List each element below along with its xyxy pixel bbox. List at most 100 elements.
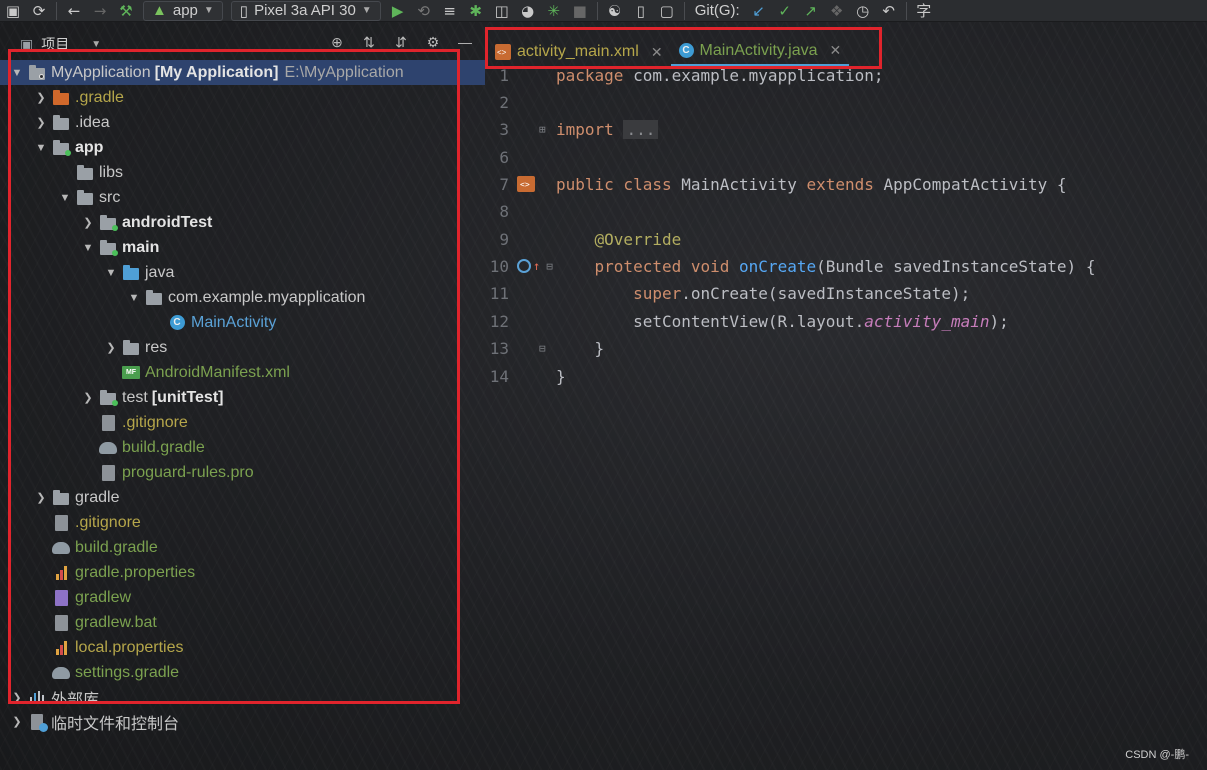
code-token: public class <box>556 174 672 194</box>
back-arrow-icon[interactable]: ← <box>61 0 87 22</box>
git-push-icon[interactable]: ↗ <box>798 0 824 22</box>
tree-item-gradle-folder[interactable]: ❯ gradle <box>0 485 485 510</box>
run-icon[interactable]: ▶ <box>385 0 411 22</box>
attach-icon[interactable]: ◫ <box>489 0 515 22</box>
tree-item-app[interactable]: ▼ app <box>0 135 485 160</box>
tree-item-external-libs[interactable]: ❯ 外部库 <box>0 685 485 703</box>
chevron-right-icon[interactable]: ❯ <box>104 341 118 354</box>
gear-icon[interactable]: ⚙ <box>423 34 443 51</box>
tree-item-manifest[interactable]: MF AndroidManifest.xml <box>0 360 485 385</box>
run-config-select[interactable]: ▲ app ▼ <box>143 0 223 21</box>
tree-item-mainactivity[interactable]: C MainActivity <box>0 310 485 335</box>
tree-item-scratches[interactable]: ❯ 临时文件和控制台 <box>0 709 485 734</box>
gradle-sync-icon[interactable]: ☯ <box>602 0 628 22</box>
tree-item-test[interactable]: ❯ test [unitTest] <box>0 385 485 410</box>
chevron-right-icon[interactable]: ❯ <box>81 216 95 229</box>
tree-item-libs[interactable]: libs <box>0 160 485 185</box>
git-update-icon[interactable]: ↙ <box>746 0 772 22</box>
tree-item-label: AndroidManifest.xml <box>145 363 290 381</box>
properties-file-icon <box>52 565 70 581</box>
git-commit-icon[interactable]: ✓ <box>772 0 798 22</box>
device-manager-icon[interactable]: ▯ <box>628 0 654 22</box>
tree-item-res[interactable]: ❯ res <box>0 335 485 360</box>
chevron-right-icon[interactable]: ❯ <box>81 391 95 404</box>
profiler-icon[interactable]: ◕ <box>515 0 541 22</box>
save-icon[interactable]: ▣ <box>0 0 26 22</box>
tree-item-build-gradle[interactable]: build.gradle <box>0 435 485 460</box>
tree-item-idea[interactable]: ❯ .idea <box>0 110 485 135</box>
chevron-right-icon[interactable]: ❯ <box>34 91 48 104</box>
chevron-down-icon[interactable]: ▼ <box>81 242 95 254</box>
tree-item-java[interactable]: ▼ java <box>0 260 485 285</box>
debug-icon[interactable]: ✱ <box>463 0 489 22</box>
test-folder-icon <box>99 389 118 406</box>
tree-item-main[interactable]: ▼ main <box>0 235 485 260</box>
fold-end-icon[interactable]: ⊟ <box>539 342 546 355</box>
device-select[interactable]: ▯ Pixel 3a API 30 ▼ <box>230 0 381 21</box>
chevron-right-icon[interactable]: ❯ <box>34 491 48 504</box>
close-icon[interactable]: ✕ <box>830 42 842 59</box>
stop-icon[interactable]: ■ <box>567 0 593 22</box>
root-module: [My Application] <box>154 63 279 81</box>
chevron-down-icon[interactable]: ▼ <box>91 39 101 50</box>
line-number: 3 <box>499 119 509 139</box>
tree-item-gradle-dir[interactable]: ❯ .gradle <box>0 85 485 110</box>
tree-item-gradlew-bat[interactable]: gradlew.bat <box>0 610 485 635</box>
tree-item-label: .idea <box>75 113 110 131</box>
override-icon[interactable] <box>517 259 531 273</box>
tree-item-label: proguard-rules.pro <box>122 463 254 481</box>
code-line: 9 @Override <box>485 226 681 252</box>
folded-imports[interactable]: ... <box>623 119 659 139</box>
chevron-down-icon[interactable]: ▼ <box>58 192 72 204</box>
chevron-right-icon[interactable]: ❯ <box>34 116 48 129</box>
tree-item-gitignore-root[interactable]: .gitignore <box>0 510 485 535</box>
collapse-all-icon[interactable]: ⇵ <box>391 34 411 51</box>
tree-item-label: MainActivity <box>191 313 277 331</box>
code-line: 2 <box>485 89 509 115</box>
tree-item-src[interactable]: ▼ src <box>0 185 485 210</box>
tree-item-root[interactable]: ▼ MyApplication [My Application] E:\MyAp… <box>0 60 485 85</box>
chevron-down-icon[interactable]: ▼ <box>104 267 118 279</box>
chevron-right-icon[interactable]: ❯ <box>10 691 24 703</box>
code-token: onCreate <box>739 256 817 276</box>
code-token: @Override <box>594 229 682 249</box>
tree-item-local-properties[interactable]: local.properties <box>0 635 485 660</box>
history-icon[interactable]: ◷ <box>850 0 876 22</box>
tree-item-gitignore[interactable]: .gitignore <box>0 410 485 435</box>
tree-item-settings-gradle[interactable]: settings.gradle <box>0 660 485 685</box>
build-hammer-icon[interactable]: ⚒ <box>113 0 139 22</box>
chevron-right-icon[interactable]: ❯ <box>10 715 24 728</box>
chevron-down-icon[interactable]: ▼ <box>34 142 48 154</box>
forward-arrow-icon[interactable]: → <box>87 0 113 22</box>
rollback-icon[interactable]: ↶ <box>876 0 902 22</box>
package-icon <box>145 289 163 306</box>
git-branch-icon[interactable]: ❖ <box>824 0 850 22</box>
tree-item-package[interactable]: ▼ com.example.myapplication <box>0 285 485 310</box>
tree-item-build-gradle-root[interactable]: build.gradle <box>0 535 485 560</box>
locate-file-icon[interactable]: ⊕ <box>327 34 347 51</box>
chevron-down-icon[interactable]: ▼ <box>127 292 141 304</box>
code-line: 10 ↑ ⊟ protected void onCreate (Bundle s… <box>485 253 1096 279</box>
close-icon[interactable]: ✕ <box>651 44 663 61</box>
fold-minus-icon[interactable]: ⊟ <box>546 260 553 273</box>
fold-plus-icon[interactable]: ⊞ <box>539 123 546 136</box>
tree-item-label: .gitignore <box>75 513 141 531</box>
project-panel-title[interactable]: 项目 <box>41 34 69 54</box>
expand-all-icon[interactable]: ⇅ <box>359 34 379 51</box>
logcat-icon[interactable]: ≡ <box>437 0 463 22</box>
tree-item-androidtest[interactable]: ❯ androidTest <box>0 210 485 235</box>
chevron-down-icon[interactable]: ▼ <box>10 67 24 79</box>
tree-item-label: gradle <box>75 488 120 506</box>
rerun-icon[interactable]: ⟲ <box>411 0 437 22</box>
sync-icon[interactable]: ⟳ <box>26 0 52 22</box>
tree-item-proguard[interactable]: proguard-rules.pro <box>0 460 485 485</box>
related-xml-icon[interactable] <box>517 176 535 192</box>
code-token: com.example.myapplication; <box>623 65 884 85</box>
tree-item-gradlew[interactable]: gradlew <box>0 585 485 610</box>
minimize-icon[interactable]: — <box>455 34 475 51</box>
tree-item-gradle-properties[interactable]: gradle.properties <box>0 560 485 585</box>
translate-icon[interactable]: 字 <box>911 0 937 22</box>
code-editor[interactable]: 1 package com.example.myapplication; 2 3… <box>485 62 1207 762</box>
apply-changes-icon[interactable]: ✳ <box>541 0 567 22</box>
sdk-manager-icon[interactable]: ▢ <box>654 0 680 22</box>
